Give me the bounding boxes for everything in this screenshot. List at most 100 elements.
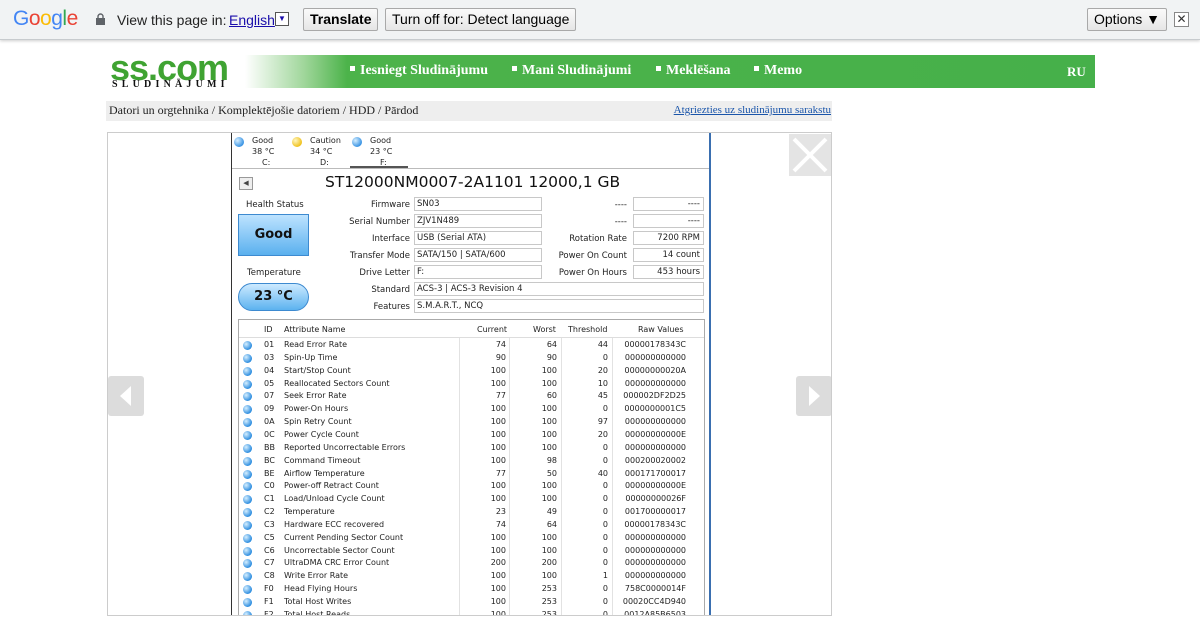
- cell-raw: 000171700017: [624, 468, 686, 478]
- cell-threshold: 0: [602, 532, 608, 542]
- turn-off-button[interactable]: Turn off for: Detect language: [385, 8, 577, 31]
- cell-worst: 100: [541, 365, 557, 375]
- health-status-label: Health Status: [246, 200, 304, 210]
- cell-threshold: 1: [602, 571, 608, 581]
- language-switch-ru[interactable]: RU: [1067, 64, 1086, 80]
- cell-worst: 90: [546, 352, 557, 362]
- cell-attribute: Power-On Hours: [284, 404, 349, 414]
- cell-id: F2: [264, 609, 274, 616]
- cell-id: C7: [264, 558, 275, 568]
- cell-current: 77: [495, 391, 506, 401]
- cell-raw: 00000178343C: [624, 519, 686, 529]
- cell-threshold: 0: [602, 442, 608, 452]
- cell-worst: 98: [546, 455, 557, 465]
- cell-current: 100: [490, 455, 506, 465]
- options-button[interactable]: Options ▼: [1087, 8, 1167, 31]
- status-dot-icon: [352, 137, 362, 147]
- status-dot-icon: [243, 418, 252, 428]
- header-id: ID: [264, 325, 273, 334]
- cell-attribute: Reported Uncorrectable Errors: [284, 442, 406, 452]
- table-row: C3 Hardware ECC recovered 74 64 0 00000178343…: [239, 519, 704, 532]
- next-image-button[interactable]: [796, 376, 831, 416]
- nav-item-submit[interactable]: Iesniegt Sludinājumu: [350, 63, 488, 79]
- back-to-list-link[interactable]: Atgriezties uz sludinājumu sarakstu: [674, 104, 831, 116]
- status-dot-icon: [243, 585, 252, 595]
- nav-item-memo[interactable]: Memo: [754, 63, 802, 79]
- translate-button[interactable]: Translate: [303, 8, 379, 31]
- status-dot-icon: [243, 598, 252, 607]
- cell-id: F0: [264, 584, 274, 594]
- drive-letter-value: F:: [414, 265, 542, 279]
- cell-current: 100: [490, 597, 506, 606]
- cell-worst: 64: [546, 340, 557, 349]
- status-dot-icon: [292, 137, 302, 147]
- table-row: C6 Uncorrectable Sector Count 100 100 0 00000…: [239, 545, 704, 558]
- previous-image-button[interactable]: [108, 376, 144, 416]
- cell-raw: 000000000000: [624, 571, 686, 581]
- cell-worst: 64: [546, 519, 557, 529]
- cell-worst: 60: [546, 391, 557, 401]
- nav-item-my-ads[interactable]: Mani Sludinājumi: [512, 63, 631, 79]
- table-row: 0A Spin Retry Count 100 100 97 000000000000: [239, 416, 704, 429]
- table-row: BC Command Timeout 100 98 0 000200020002: [239, 455, 704, 468]
- cell-current: 90: [495, 352, 506, 362]
- cell-threshold: 0: [602, 609, 608, 616]
- close-viewer-button[interactable]: [789, 134, 831, 176]
- status-dot-icon: [243, 430, 252, 440]
- cell-attribute: Command Timeout: [284, 455, 361, 465]
- cell-id: C3: [264, 519, 275, 529]
- status-dot-icon: [243, 495, 252, 505]
- close-icon[interactable]: ✕: [1174, 12, 1189, 27]
- breadcrumb-path[interactable]: Datori un orgtehnika / Komplektējošie da…: [109, 103, 418, 118]
- language-link[interactable]: English: [229, 12, 275, 28]
- cell-raw: 00000000000E: [624, 429, 686, 439]
- transfer-mode-value: SATA/150 | SATA/600: [414, 248, 542, 262]
- cell-attribute: Load/Unload Cycle Count: [284, 494, 385, 504]
- cell-current: 100: [490, 532, 506, 542]
- power-on-count-value: 14 count: [633, 248, 704, 262]
- cell-worst: 253: [541, 609, 557, 616]
- site-logo[interactable]: ss.com SLUDINĀJUMI: [110, 50, 240, 92]
- cell-threshold: 0: [602, 519, 608, 529]
- blank-label-2: ----: [614, 217, 627, 227]
- table-row: 04 Start/Stop Count 100 100 20 00000000020A: [239, 365, 704, 378]
- cell-id: C2: [264, 507, 275, 517]
- cell-current: 100: [490, 365, 506, 375]
- nav-item-search[interactable]: Meklēšana: [656, 63, 731, 79]
- cell-attribute: Write Error Rate: [284, 571, 349, 581]
- cell-current: 100: [490, 481, 506, 491]
- table-row: C5 Current Pending Sector Count 100 100 0 000…: [239, 532, 704, 545]
- status-dot-icon: [243, 353, 252, 363]
- firmware-value: SN03: [414, 197, 542, 211]
- cell-worst: 50: [546, 468, 557, 478]
- table-row: F1 Total Host Writes 100 253 0 00020CC4D940: [239, 596, 704, 609]
- cell-attribute: Reallocated Sectors Count: [284, 378, 390, 388]
- bullet-icon: [512, 66, 517, 72]
- cell-raw: 758C0000014F: [624, 584, 686, 594]
- cell-current: 74: [495, 519, 506, 529]
- drive-tab-f: Good 23 °C F:: [350, 134, 408, 168]
- features-value: S.M.A.R.T., NCQ: [414, 299, 704, 313]
- cell-raw: 00000000026F: [625, 494, 686, 504]
- cell-worst: 100: [541, 417, 557, 427]
- view-page-in-label: View this page in:: [117, 12, 227, 28]
- table-row: C1 Load/Unload Cycle Count 100 100 0 00000000…: [239, 493, 704, 506]
- cell-worst: 100: [541, 404, 557, 414]
- cell-attribute: Head Flying Hours: [284, 584, 358, 594]
- language-dropdown-icon[interactable]: ▼: [275, 12, 289, 26]
- cell-worst: 100: [541, 378, 557, 388]
- cell-attribute: Uncorrectable Sector Count: [284, 545, 395, 555]
- main-nav: Iesniegt Sludinājumu Mani Sludinājumi Me…: [245, 55, 1095, 88]
- cell-current: 77: [495, 468, 506, 478]
- smart-table-header: ID Attribute Name Current Worst Threshol…: [239, 320, 704, 338]
- drive-tab-c: Good 38 °C C:: [232, 134, 290, 168]
- cell-raw: 000000000000: [624, 378, 686, 388]
- cell-threshold: 0: [602, 352, 608, 362]
- table-row: C7 UltraDMA CRC Error Count 200 200 0 0000000…: [239, 557, 704, 570]
- cell-attribute: Total Host Writes: [284, 597, 352, 606]
- ad-photo: Good 38 °C C: Caution 34 °C D: Good 23 °…: [231, 133, 711, 616]
- chevron-right-icon: [809, 386, 820, 406]
- cell-raw: 000000000000: [624, 352, 686, 362]
- cell-id: C1: [264, 494, 275, 504]
- cell-threshold: 0: [602, 558, 608, 568]
